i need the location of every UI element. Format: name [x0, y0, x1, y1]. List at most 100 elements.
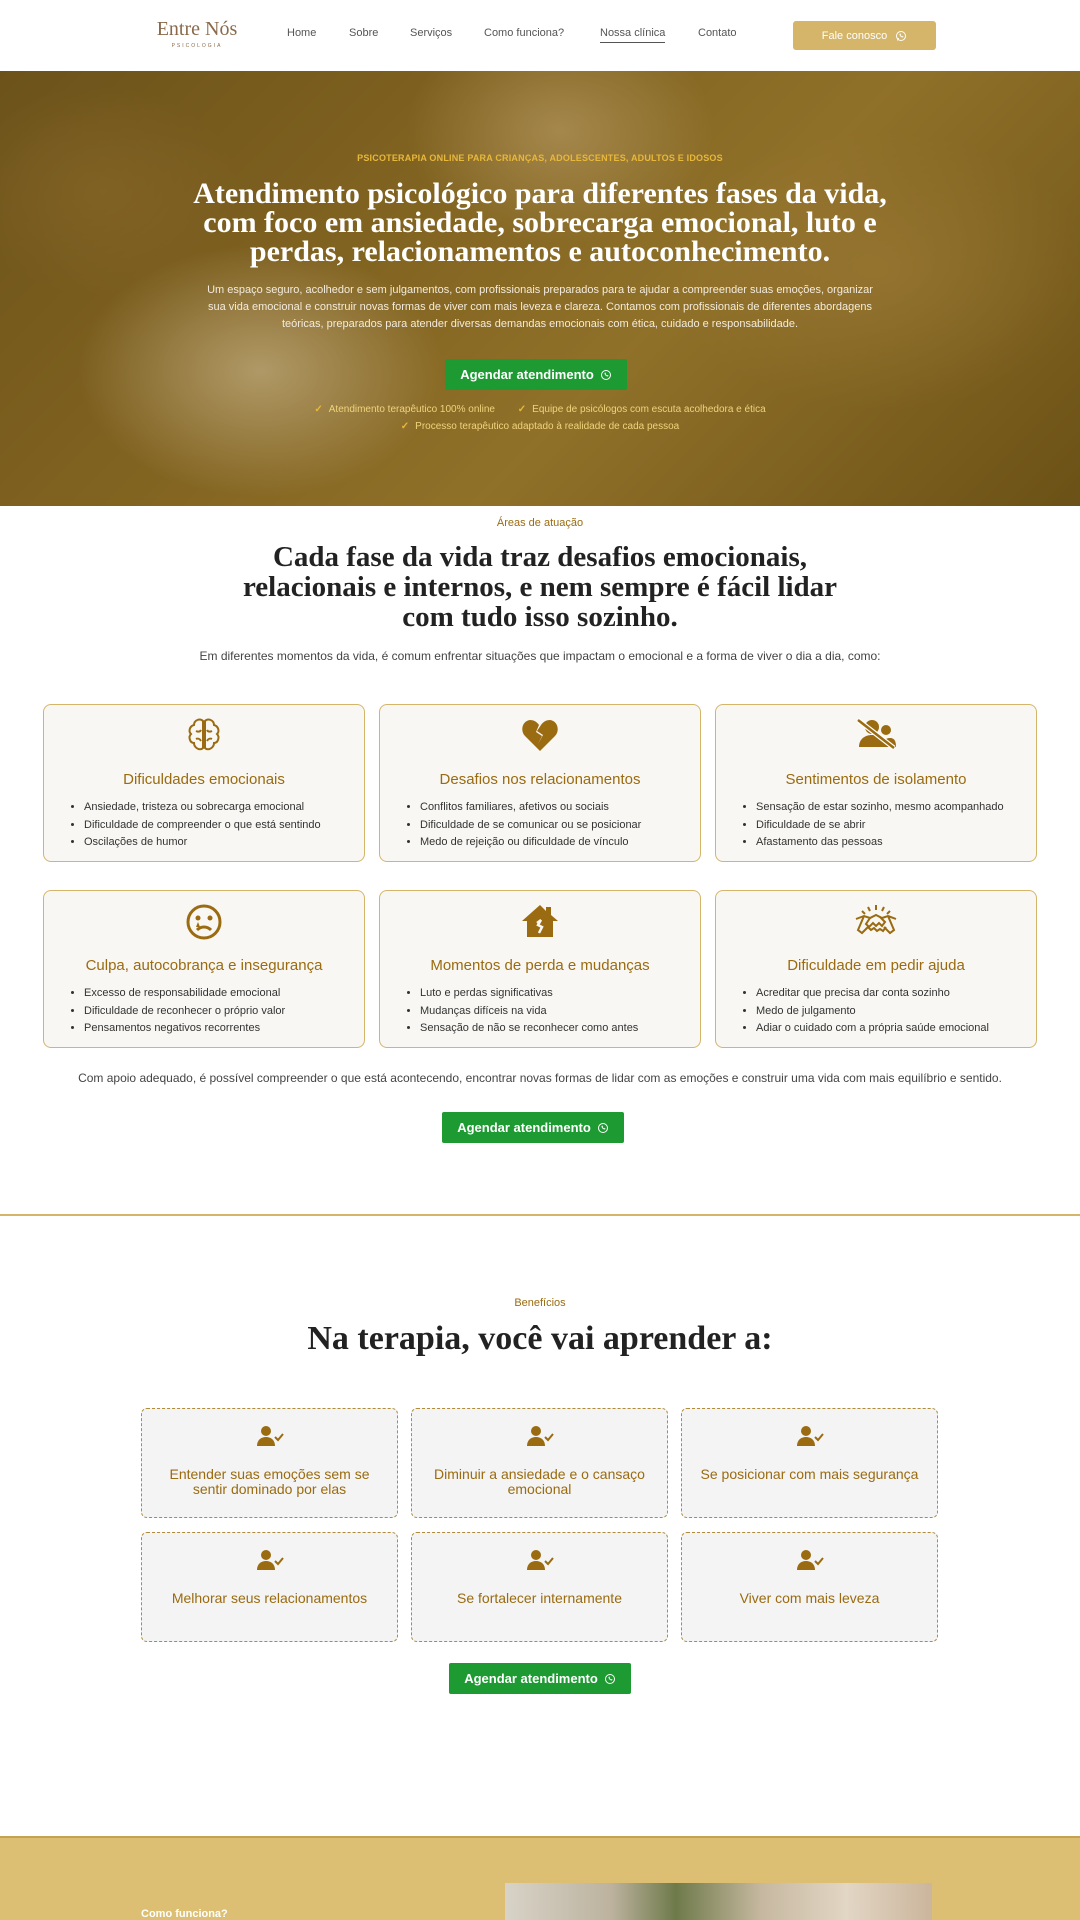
site-header: Entre Nós PSICOLOGIA Home Sobre Serviços… — [0, 0, 1080, 71]
area-card-list: Ansiedade, tristeza ou sobrecarga emocio… — [84, 799, 364, 852]
hero-desc-line: teóricas, preparados para atender divers… — [281, 318, 799, 330]
benefit-card: Melhorar seus relacionamentos — [141, 1532, 398, 1642]
list-item: Sensação de estar sozinho, mesmo acompan… — [756, 799, 1036, 817]
user-check-icon — [682, 1549, 937, 1573]
list-item: Excesso de responsabilidade emocional — [84, 985, 364, 1003]
hero-desc-line: sua vida emocional e construir novas for… — [208, 301, 872, 313]
benefit-line: Se fortalecer internamente — [457, 1590, 622, 1606]
check-text: Atendimento terapêutico 100% online — [328, 404, 495, 415]
benefit-line: Se posicionar com mais segurança — [700, 1466, 919, 1482]
area-card: Dificuldades emocionais Ansiedade, trist… — [43, 704, 365, 862]
benefits-title: Na terapia, você vai aprender a: — [307, 1320, 773, 1357]
whatsapp-icon — [597, 1122, 608, 1133]
section-photo — [505, 1883, 932, 1920]
hero-title-line: perdas, relacionamentos e autoconhecimen… — [249, 235, 831, 268]
area-card-title: Sentimentos de isolamento — [785, 771, 967, 788]
area-card: Desafios nos relacionamentos Conflitos f… — [379, 704, 701, 862]
list-item: Luto e perdas significativas — [420, 985, 700, 1003]
benefit-text: Diminuir a ansiedade e o cansaço emociona… — [422, 1467, 657, 1497]
check-icon: ✓ — [314, 404, 323, 415]
nav-sobre[interactable]: Sobre — [349, 27, 378, 39]
check-text: Equipe de psicólogos com escuta acolhedo… — [532, 404, 766, 415]
areas-title-line: com tudo isso sozinho. — [402, 601, 678, 633]
benefit-text: Se posicionar com mais segurança — [692, 1467, 927, 1482]
areas-schedule-button[interactable]: Agendar atendimento — [442, 1112, 624, 1143]
check-item: ✓ Atendimento terapêutico 100% online — [314, 404, 495, 415]
areas-title-line: relacionais e internos, e nem sempre é f… — [242, 571, 838, 603]
list-item: Oscilações de humor — [84, 834, 364, 852]
check-icon: ✓ — [400, 421, 410, 432]
benefit-line: emocional — [507, 1481, 572, 1497]
list-item: Dificuldade de se comunicar ou se posici… — [420, 817, 700, 835]
areas-subtitle: Em diferentes momentos da vida, é comum … — [199, 649, 881, 663]
area-card-list: Luto e perdas significativas Mudanças di… — [420, 985, 700, 1038]
areas-button-label: Agendar atendimento — [457, 1120, 591, 1135]
user-check-icon — [412, 1425, 667, 1449]
contact-button-label: Fale conosco — [821, 29, 888, 42]
areas-note: Com apoio adequado, é possível compreend… — [78, 1071, 1002, 1085]
nav-servicos[interactable]: Serviços — [410, 27, 452, 39]
list-item: Acreditar que precisa dar conta sozinho — [756, 985, 1036, 1003]
list-item: Ansiedade, tristeza ou sobrecarga emocio… — [84, 799, 364, 817]
section-divider — [0, 1214, 1080, 1216]
benefit-text: Viver com mais leveza — [692, 1591, 927, 1606]
list-item: Medo de julgamento — [756, 1003, 1036, 1021]
area-card-title: Momentos de perda e mudanças — [430, 957, 650, 974]
area-card-title: Dificuldade em pedir ajuda — [787, 957, 965, 974]
how-it-works-label: Como funciona? — [141, 1908, 228, 1920]
how-it-works-section: Como funciona? — [0, 1836, 1080, 1920]
areas-title: Cada fase da vida traz desafios emociona… — [240, 542, 840, 632]
hero-title: Atendimento psicológico para diferentes … — [180, 179, 900, 268]
hero-section: PSICOTERAPIA ONLINE PARA CRIANÇAS, ADOLE… — [0, 71, 1080, 506]
hero-checks-row-1: ✓ Atendimento terapêutico 100% online ✓ Eq… — [0, 404, 1080, 415]
benefits-schedule-button[interactable]: Agendar atendimento — [449, 1663, 631, 1694]
area-card: Culpa, autocobrança e insegurança Excess… — [43, 890, 365, 1048]
list-item: Dificuldade de reconhecer o próprio valo… — [84, 1003, 364, 1021]
hero-button-label: Agendar atendimento — [460, 367, 594, 382]
user-check-icon — [142, 1549, 397, 1573]
list-item: Medo de rejeição ou dificuldade de víncu… — [420, 834, 700, 852]
areas-eyebrow: Áreas de atuação — [496, 517, 584, 529]
check-item: ✓ Equipe de psicólogos com escuta acolhed… — [518, 404, 766, 415]
nav-home[interactable]: Home — [287, 27, 316, 39]
area-card-title: Culpa, autocobrança e insegurança — [85, 957, 323, 974]
nav-nossa-clinica[interactable]: Nossa clínica — [600, 27, 666, 43]
hero-description: Um espaço seguro, acolhedor e sem julgam… — [190, 282, 890, 333]
area-card-title: Dificuldades emocionais — [123, 771, 285, 788]
hero-schedule-button[interactable]: Agendar atendimento — [445, 359, 627, 390]
user-check-icon — [682, 1425, 937, 1449]
nav-como-funciona[interactable]: Como funciona? — [484, 27, 564, 39]
benefit-line: Melhorar seus relacionamentos — [171, 1590, 368, 1606]
benefit-card: Diminuir a ansiedade e o cansaço emociona… — [411, 1408, 668, 1518]
benefit-card: Entender suas emoções sem se sentir domin… — [141, 1408, 398, 1518]
benefit-line: Viver com mais leveza — [739, 1590, 880, 1606]
benefit-text: Se fortalecer internamente — [422, 1591, 657, 1606]
user-check-icon — [412, 1549, 667, 1573]
sad-face-icon — [44, 903, 364, 943]
nav-contato[interactable]: Contato — [698, 27, 737, 39]
area-card: Sentimentos de isolamento Sensação de es… — [715, 704, 1037, 862]
benefit-line: sentir dominado por elas — [192, 1481, 347, 1497]
handshake-icon — [716, 903, 1036, 943]
hero-eyebrow: PSICOTERAPIA ONLINE PARA CRIANÇAS, ADOLE… — [357, 153, 723, 163]
area-card-list: Sensação de estar sozinho, mesmo acompan… — [756, 799, 1036, 852]
list-item: Adiar o cuidado com a própria saúde emoc… — [756, 1020, 1036, 1038]
contact-button[interactable]: Fale conosco — [793, 21, 936, 50]
benefit-card: Viver com mais leveza — [681, 1532, 938, 1642]
whatsapp-icon — [600, 369, 611, 380]
hero-checks-row-2: ✓ Processo terapêutico adaptado à realida… — [0, 421, 1080, 432]
benefit-line: Diminuir a ansiedade e o cansaço — [434, 1466, 645, 1482]
check-text: Processo terapêutico adaptado à realidad… — [415, 421, 680, 432]
house-damage-icon — [380, 903, 700, 943]
areas-title-line: Cada fase da vida traz desafios emociona… — [272, 541, 808, 573]
list-item: Mudanças difíceis na vida — [420, 1003, 700, 1021]
list-item: Pensamentos negativos recorrentes — [84, 1020, 364, 1038]
brain-icon — [44, 717, 364, 757]
area-card-list: Acreditar que precisa dar conta sozinho … — [756, 985, 1036, 1038]
area-card-list: Conflitos familiares, afetivos ou sociai… — [420, 799, 700, 852]
list-item: Conflitos familiares, afetivos ou sociai… — [420, 799, 700, 817]
broken-heart-icon — [380, 717, 700, 757]
user-slash-icon — [716, 717, 1036, 757]
benefit-text: Melhorar seus relacionamentos — [152, 1591, 387, 1606]
area-card: Dificuldade em pedir ajuda Acreditar que… — [715, 890, 1037, 1048]
